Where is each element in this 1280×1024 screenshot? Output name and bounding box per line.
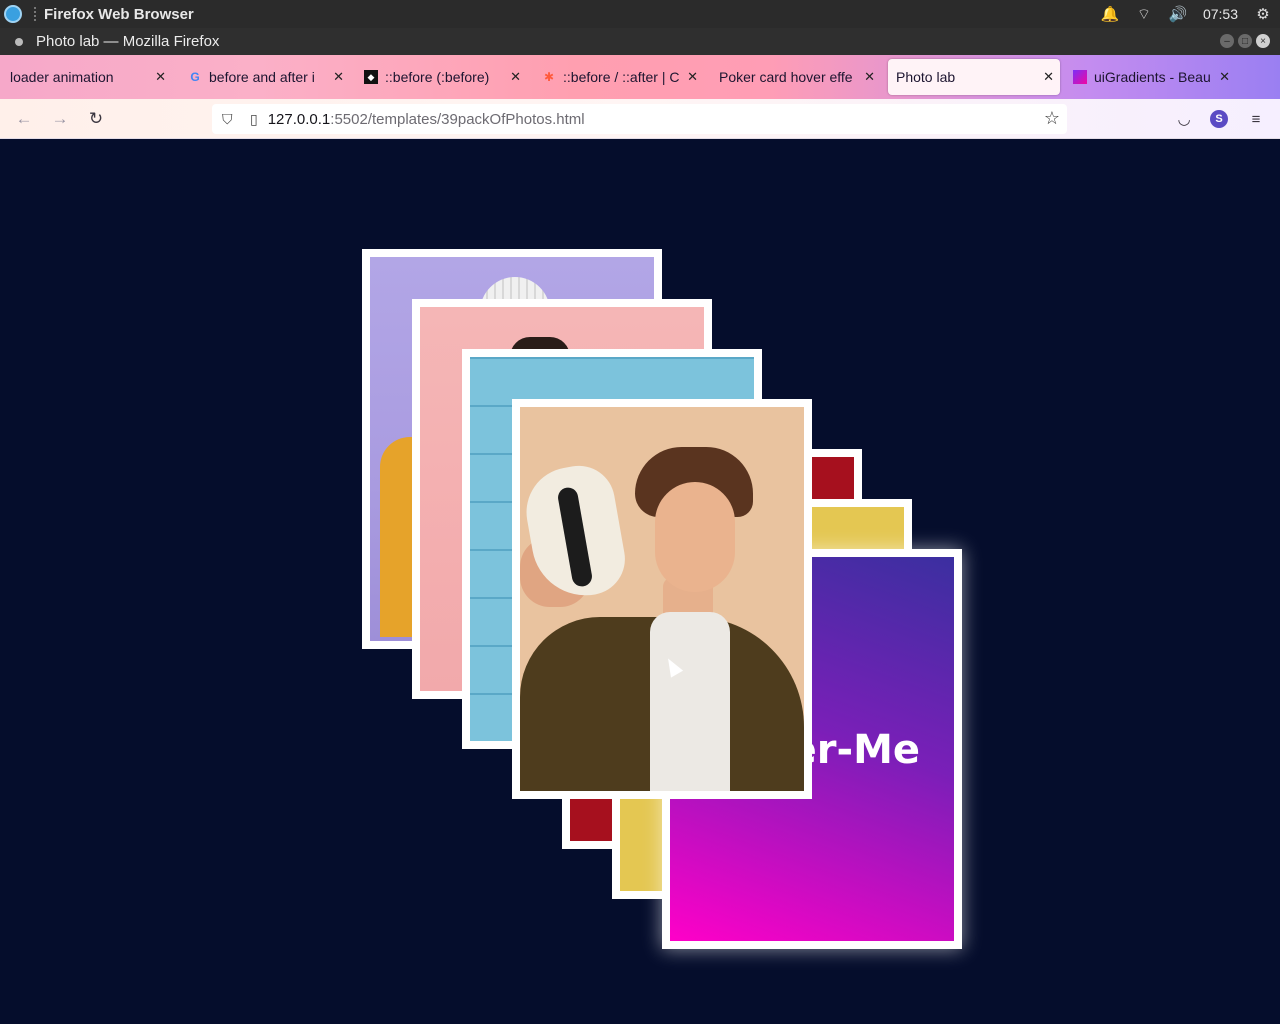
- google-icon: G: [190, 70, 200, 84]
- window-title-bar: Photo lab — Mozilla Firefox – □ ×: [0, 28, 1280, 55]
- tab-label: ::before (:before): [385, 69, 490, 85]
- tab-before-after[interactable]: G before and after i ✕: [180, 59, 350, 95]
- shield-icon[interactable]: ⛉: [222, 111, 238, 128]
- close-tab-icon[interactable]: ✕: [333, 69, 344, 85]
- navigation-bar: ← → ↻ ⛉ ▯ 127.0.0.1:5502/templates/39pac…: [0, 99, 1280, 139]
- tab-uigradients[interactable]: uiGradients - Beau ✕: [1066, 59, 1236, 95]
- page-icon[interactable]: ▯: [250, 111, 258, 128]
- page-content: Hover-Me: [0, 140, 1280, 1024]
- back-arrow-icon[interactable]: ←: [13, 108, 35, 130]
- window-title: Photo lab — Mozilla Firefox: [36, 33, 220, 50]
- close-tab-icon[interactable]: ✕: [1219, 69, 1230, 85]
- tab-poker-card[interactable]: Poker card hover effe ✕: [711, 59, 881, 95]
- url-bar[interactable]: ⛉ ▯ 127.0.0.1:5502/templates/39packOfPho…: [212, 104, 1067, 134]
- tab-photo-lab[interactable]: Photo lab ✕: [888, 59, 1060, 95]
- tab-before-after-css[interactable]: ✱ ::before / ::after | C ✕: [534, 59, 704, 95]
- account-avatar[interactable]: S: [1210, 110, 1228, 128]
- wifi-icon[interactable]: ⌔: [1135, 5, 1153, 23]
- url-path: :5502/templates/39packOfPhotos.html: [330, 110, 585, 128]
- settings-gear-icon[interactable]: ⚙: [1254, 5, 1272, 23]
- tab-label: loader animation: [10, 69, 114, 85]
- close-tab-icon[interactable]: ✕: [864, 69, 875, 85]
- tab-label: Photo lab: [896, 69, 956, 85]
- clock[interactable]: 07:53: [1203, 6, 1238, 22]
- photo-card-4[interactable]: [512, 399, 812, 799]
- maximize-icon[interactable]: □: [1238, 34, 1252, 48]
- tab-label: before and after i: [209, 69, 315, 85]
- bookmark-star-icon[interactable]: ☆: [1044, 108, 1060, 129]
- photo-man-with-hat: [520, 407, 804, 791]
- minimize-icon[interactable]: –: [1220, 34, 1234, 48]
- uigradients-icon: [1073, 70, 1087, 84]
- tab-loader-animation[interactable]: loader animation ✕: [0, 59, 172, 95]
- close-tab-icon[interactable]: ✕: [510, 69, 521, 85]
- grip-icon: [34, 7, 38, 21]
- os-app-title: Firefox Web Browser: [44, 5, 194, 23]
- css-tricks-icon: ✱: [543, 70, 555, 84]
- close-tab-icon[interactable]: ✕: [155, 69, 166, 85]
- tab-strip: loader animation ✕ G before and after i …: [0, 55, 1280, 99]
- reload-icon[interactable]: ↻: [85, 108, 107, 130]
- codepen-icon: ◆: [364, 70, 378, 84]
- hamburger-menu-icon[interactable]: ≡: [1245, 108, 1267, 130]
- forward-arrow-icon[interactable]: →: [49, 108, 71, 130]
- pocket-icon[interactable]: ◡: [1173, 108, 1195, 130]
- close-tab-icon[interactable]: ✕: [1043, 69, 1054, 85]
- window-dot-icon: [15, 37, 23, 46]
- close-tab-icon[interactable]: ✕: [687, 69, 698, 85]
- os-top-bar: Firefox Web Browser 🔔 ⌔ 🔊 07:53 ⚙: [0, 0, 1280, 28]
- tab-label: uiGradients - Beau: [1094, 69, 1211, 85]
- os-logo-icon[interactable]: [4, 5, 22, 23]
- url-text[interactable]: 127.0.0.1:5502/templates/39packOfPhotos.…: [268, 111, 585, 128]
- url-host: 127.0.0.1: [267, 110, 331, 128]
- tab-before-pseudo[interactable]: ◆ ::before (:before) ✕: [357, 59, 527, 95]
- close-window-icon[interactable]: ×: [1256, 34, 1270, 48]
- bell-icon[interactable]: 🔔: [1101, 5, 1120, 23]
- volume-icon[interactable]: 🔊: [1169, 5, 1188, 23]
- tab-label: Poker card hover effe: [719, 69, 853, 85]
- tab-label: ::before / ::after | C: [563, 69, 680, 85]
